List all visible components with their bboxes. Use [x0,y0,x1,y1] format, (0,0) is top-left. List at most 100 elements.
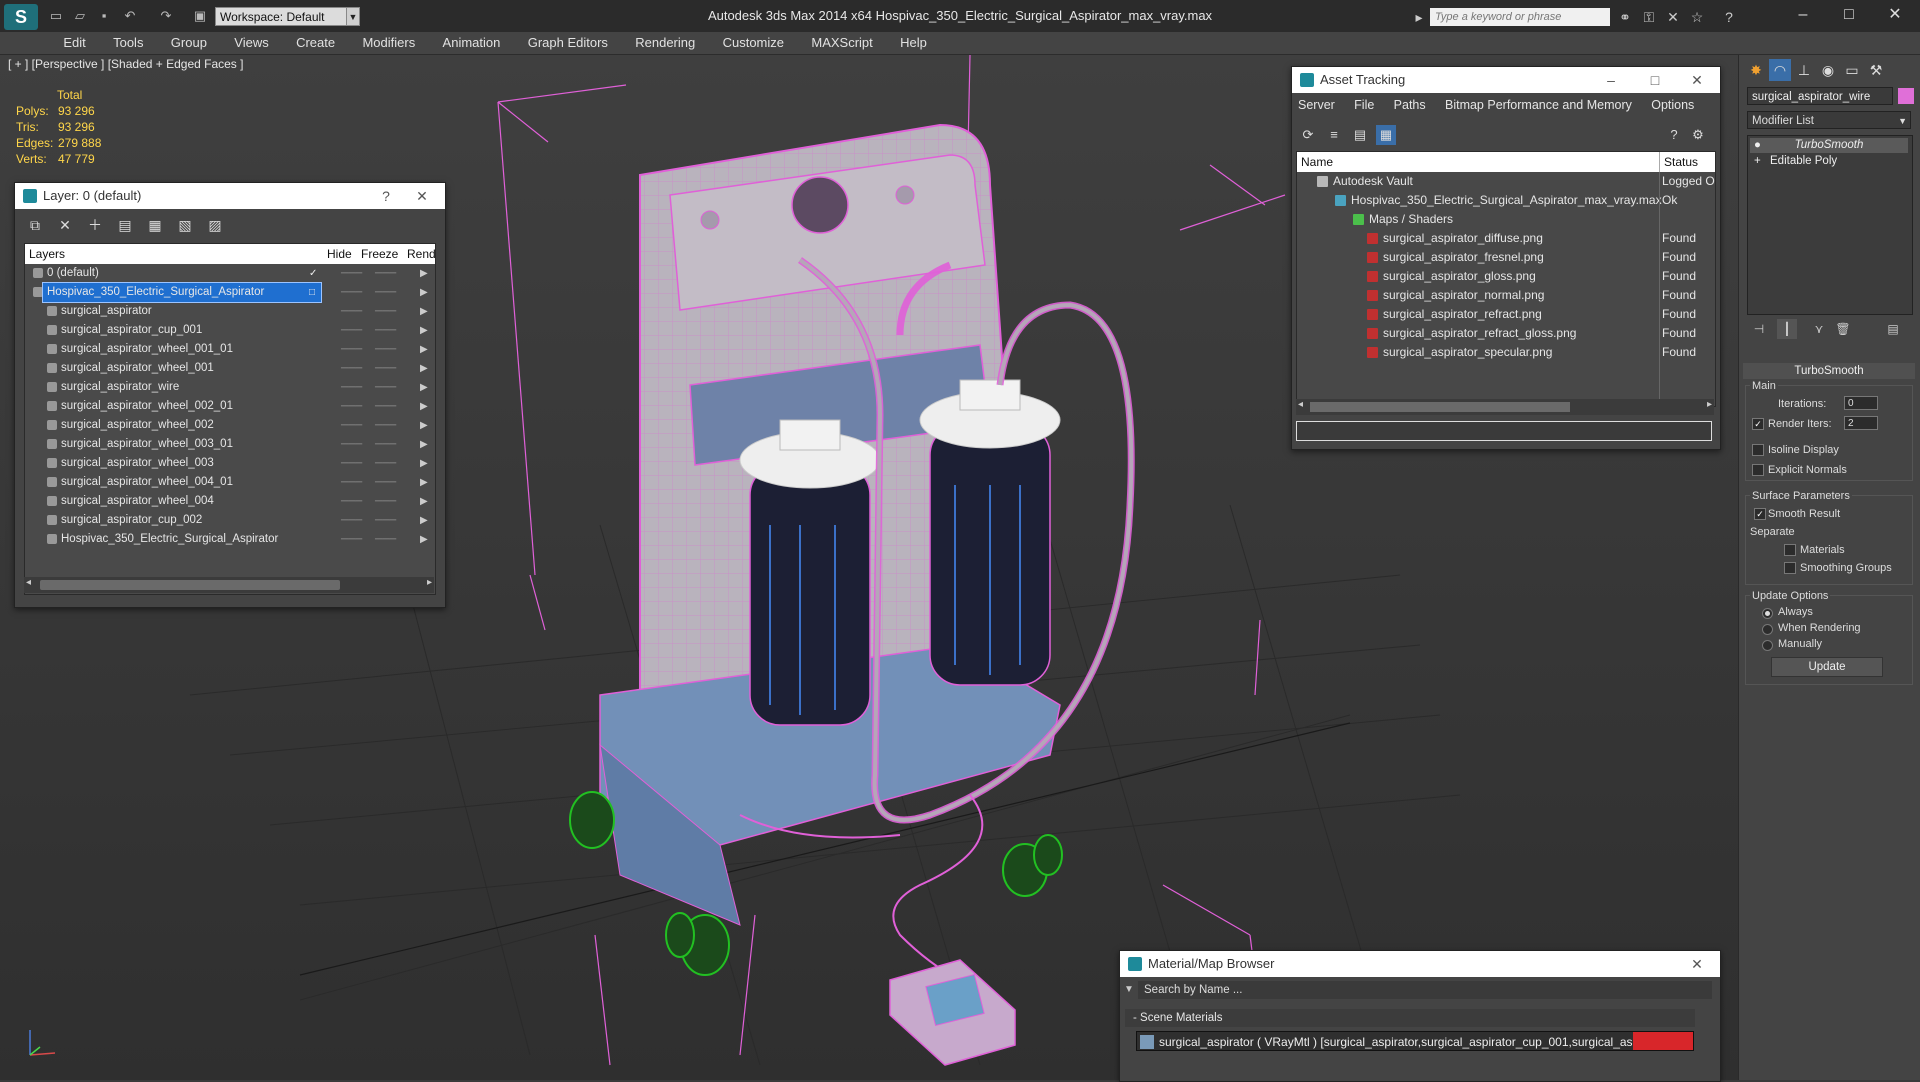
asset-row[interactable]: Hospivac_350_Electric_Surgical_Aspirator… [1297,191,1715,210]
hide-toggle-icon[interactable]: ─── [341,302,362,321]
help-icon[interactable]: ? [1720,8,1738,26]
asset-row[interactable]: surgical_aspirator_gloss.png Found [1297,267,1715,286]
layer-row[interactable]: surgical_aspirator_wire ─── ─── ▶ [25,378,435,397]
render-toggle-icon[interactable]: ▶ [420,302,428,321]
menu-maxscript[interactable]: MAXScript [799,32,884,54]
render-toggle-icon[interactable]: ▶ [420,435,428,454]
new-file-icon[interactable]: ▭ [48,8,64,24]
menu-group[interactable]: Group [159,32,219,54]
render-toggle-icon[interactable]: ▶ [420,397,428,416]
layer-row[interactable]: surgical_aspirator_wheel_003_01 ─── ─── ▶ [25,435,435,454]
stack-item-turbosmooth[interactable]: ● TurboSmooth [1750,138,1908,153]
redo-icon[interactable]: ↷ [158,8,174,24]
menu-modifiers[interactable]: Modifiers [350,32,427,54]
render-toggle-icon[interactable]: ▶ [420,416,428,435]
render-toggle-icon[interactable]: ▶ [420,359,428,378]
close-icon[interactable]: ✕ [1682,67,1712,93]
scroll-left-icon[interactable]: ◂ [1298,399,1303,410]
asset-tracking-window[interactable]: Asset Tracking – □ ✕ Server File Paths B… [1291,66,1721,450]
chevron-down-icon[interactable]: ▼ [346,7,360,26]
star-icon[interactable]: ☆ [1688,8,1706,26]
freeze-toggle-icon[interactable]: ─── [375,473,396,492]
hide-toggle-icon[interactable]: ─── [341,283,362,302]
hide-toggle-icon[interactable]: ─── [341,359,362,378]
render-toggle-icon[interactable]: ▶ [420,454,428,473]
freeze-toggle-icon[interactable]: ─── [375,321,396,340]
binoculars-icon[interactable]: ⚭ [1616,8,1634,26]
table-view-icon[interactable]: ▦ [1376,125,1396,145]
layer-row[interactable]: Hospivac_350_Electric_Surgical_Aspirator… [25,282,435,303]
detail-view-icon[interactable]: ▤ [1350,125,1370,145]
motion-tab-icon[interactable]: ◉ [1817,59,1839,81]
render-toggle-icon[interactable]: ▶ [420,340,428,359]
make-unique-icon[interactable]: ⋎ [1809,319,1829,339]
add-to-layer-icon[interactable]: ＋ [85,215,105,235]
asset-menu-bitmap[interactable]: Bitmap Performance and Memory [1445,98,1632,112]
layer-explorer-window[interactable]: Layer: 0 (default) ? ✕ ⧉ ✕ ＋ ▤ ▦ ▧ ▨ Lay… [14,182,446,608]
pin-stack-icon[interactable]: ⊣ [1749,319,1769,339]
render-toggle-icon[interactable]: ▶ [420,492,428,511]
layer-row[interactable]: surgical_aspirator_wheel_001 ─── ─── ▶ [25,359,435,378]
freeze-toggle-icon[interactable]: ─── [375,340,396,359]
scene-materials-section[interactable]: - Scene Materials [1125,1009,1695,1027]
hide-toggle-icon[interactable]: ─── [341,530,362,549]
hide-toggle-icon[interactable]: ─── [341,340,362,359]
column-freeze[interactable]: Freeze [361,244,398,264]
hide-toggle-icon[interactable]: ─── [341,473,362,492]
close-icon[interactable]: ✕ [1872,0,1918,30]
layer-row[interactable]: surgical_aspirator_cup_002 ─── ─── ▶ [25,511,435,530]
modify-tab-icon[interactable]: ◠ [1769,59,1791,81]
keyword-search-input[interactable]: Type a keyword or phrase [1430,8,1610,26]
turbosmooth-rollout-header[interactable]: TurboSmooth [1743,363,1915,379]
layer-row[interactable]: surgical_aspirator_wheel_002 ─── ─── ▶ [25,416,435,435]
list-view-icon[interactable]: ≡ [1324,125,1344,145]
freeze-toggle-icon[interactable]: ─── [375,283,396,302]
column-layers[interactable]: Layers [29,244,65,264]
new-layer-icon[interactable]: ⧉ [25,215,45,235]
asset-menu-paths[interactable]: Paths [1394,98,1426,112]
refresh-icon[interactable]: ⟳ [1298,125,1318,145]
freeze-toggle-icon[interactable]: ─── [375,416,396,435]
freeze-toggle-icon[interactable]: ─── [375,435,396,454]
minimize-icon[interactable]: – [1596,67,1626,93]
project-folder-icon[interactable]: ▣ [192,8,208,24]
exchange-icon[interactable]: ✕ [1664,8,1682,26]
when-rendering-radio[interactable] [1762,624,1773,635]
asset-row[interactable]: surgical_aspirator_fresnel.png Found [1297,248,1715,267]
expand-search-icon[interactable]: ▸ [1410,8,1428,26]
stack-item-editable-poly[interactable]: + Editable Poly [1750,154,1908,169]
freeze-toggle-icon[interactable]: ─── [375,397,396,416]
scroll-left-icon[interactable]: ◂ [26,577,31,588]
freeze-toggle-icon[interactable]: ─── [375,492,396,511]
menu-views[interactable]: Views [222,32,280,54]
menu-tools[interactable]: Tools [101,32,155,54]
open-file-icon[interactable]: ▱ [72,8,88,24]
material-list-item[interactable]: surgical_aspirator ( VRayMtl ) [surgical… [1136,1031,1694,1051]
create-tab-icon[interactable]: ✸ [1745,59,1767,81]
menu-create[interactable]: Create [284,32,347,54]
render-toggle-icon[interactable]: ▶ [420,264,428,283]
layer-row[interactable]: 0 (default) ✓ ─── ─── ▶ [25,264,435,283]
highlight-layer-icon[interactable]: ▦ [145,215,165,235]
modifier-list-dropdown[interactable]: Modifier List ▼ [1747,111,1911,129]
asset-row[interactable]: surgical_aspirator_normal.png Found [1297,286,1715,305]
minimize-icon[interactable]: – [1780,0,1826,30]
object-color-swatch[interactable] [1898,88,1914,104]
asset-menu-file[interactable]: File [1354,98,1374,112]
asset-row[interactable]: surgical_aspirator_diffuse.png Found [1297,229,1715,248]
delete-layer-icon[interactable]: ✕ [55,215,75,235]
freeze-toggle-icon[interactable]: ─── [375,264,396,283]
manually-radio[interactable] [1762,640,1773,651]
maximize-icon[interactable]: □ [1640,67,1670,93]
close-icon[interactable]: ✕ [1682,951,1712,977]
menu-help[interactable]: Help [888,32,939,54]
current-layer-check-icon[interactable]: ✓ [309,264,317,283]
context-help-icon[interactable]: ⚙ [1688,125,1708,145]
render-toggle-icon[interactable]: ▶ [420,378,428,397]
lightbulb-icon[interactable]: ● [1754,138,1761,153]
expand-plus-icon[interactable]: + [1754,154,1761,169]
freeze-toggle-icon[interactable]: ─── [375,378,396,397]
asset-path-field[interactable] [1296,421,1712,441]
freeze-all-icon[interactable]: ▨ [205,215,225,235]
smoothing-groups-checkbox[interactable] [1784,562,1796,574]
